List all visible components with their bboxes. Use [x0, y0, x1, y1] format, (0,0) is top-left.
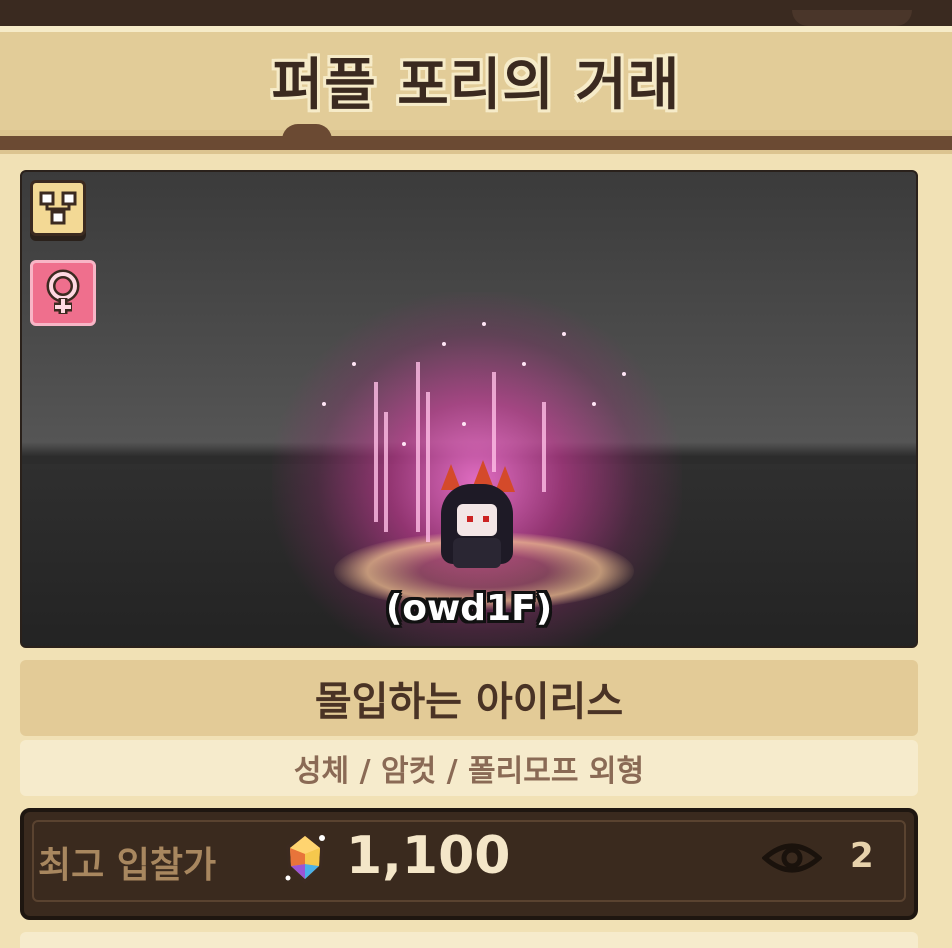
character-eye	[467, 516, 473, 522]
sparkle	[522, 362, 526, 366]
sparkle	[482, 322, 486, 326]
sparkle	[462, 422, 466, 426]
next-panel-edge	[20, 932, 918, 948]
light-ray	[542, 402, 546, 492]
sparkle	[622, 372, 626, 376]
character-face	[457, 504, 497, 536]
sparkle	[592, 402, 596, 406]
gem-icon	[285, 832, 325, 884]
pet-character	[427, 460, 527, 574]
highest-bid-value: 1,100	[346, 826, 511, 886]
header-notch	[282, 124, 332, 140]
light-ray	[384, 412, 388, 532]
sparkle	[442, 342, 446, 346]
sparkle	[352, 362, 356, 366]
highest-bid-panel: 최고 입찰가 1,100 2	[20, 808, 918, 920]
family-tree-button[interactable]	[30, 180, 86, 236]
header-divider	[0, 136, 952, 150]
gender-badge	[30, 260, 96, 326]
pet-traits: 성체 / 암컷 / 폴리모프 외형	[293, 754, 645, 789]
light-ray	[492, 372, 496, 472]
female-icon	[46, 269, 80, 314]
pet-name: 몰입하는 아이리스	[314, 679, 624, 725]
view-count: 2	[850, 836, 874, 876]
pet-preview-stage: (owd1F)	[20, 170, 918, 648]
sparkle	[402, 442, 406, 446]
top-frame	[0, 0, 952, 26]
horn-middle	[473, 460, 493, 486]
sparkle	[322, 402, 326, 406]
light-ray	[374, 382, 378, 522]
highest-bid-label: 최고 입찰가	[38, 845, 217, 886]
pet-traits-bar: 성체 / 암컷 / 폴리모프 외형	[20, 740, 918, 796]
pet-code-label: (owd1F)	[385, 588, 553, 629]
pet-name-bar: 몰입하는 아이리스	[20, 660, 918, 736]
frame-curl	[792, 10, 912, 26]
eye-icon	[762, 843, 822, 873]
character-eye	[483, 516, 489, 522]
tree-icon	[39, 191, 77, 225]
character-body	[453, 538, 501, 568]
sparkle	[562, 332, 566, 336]
page-title: 퍼플 포리의 거래	[271, 53, 681, 118]
light-ray	[416, 362, 420, 532]
